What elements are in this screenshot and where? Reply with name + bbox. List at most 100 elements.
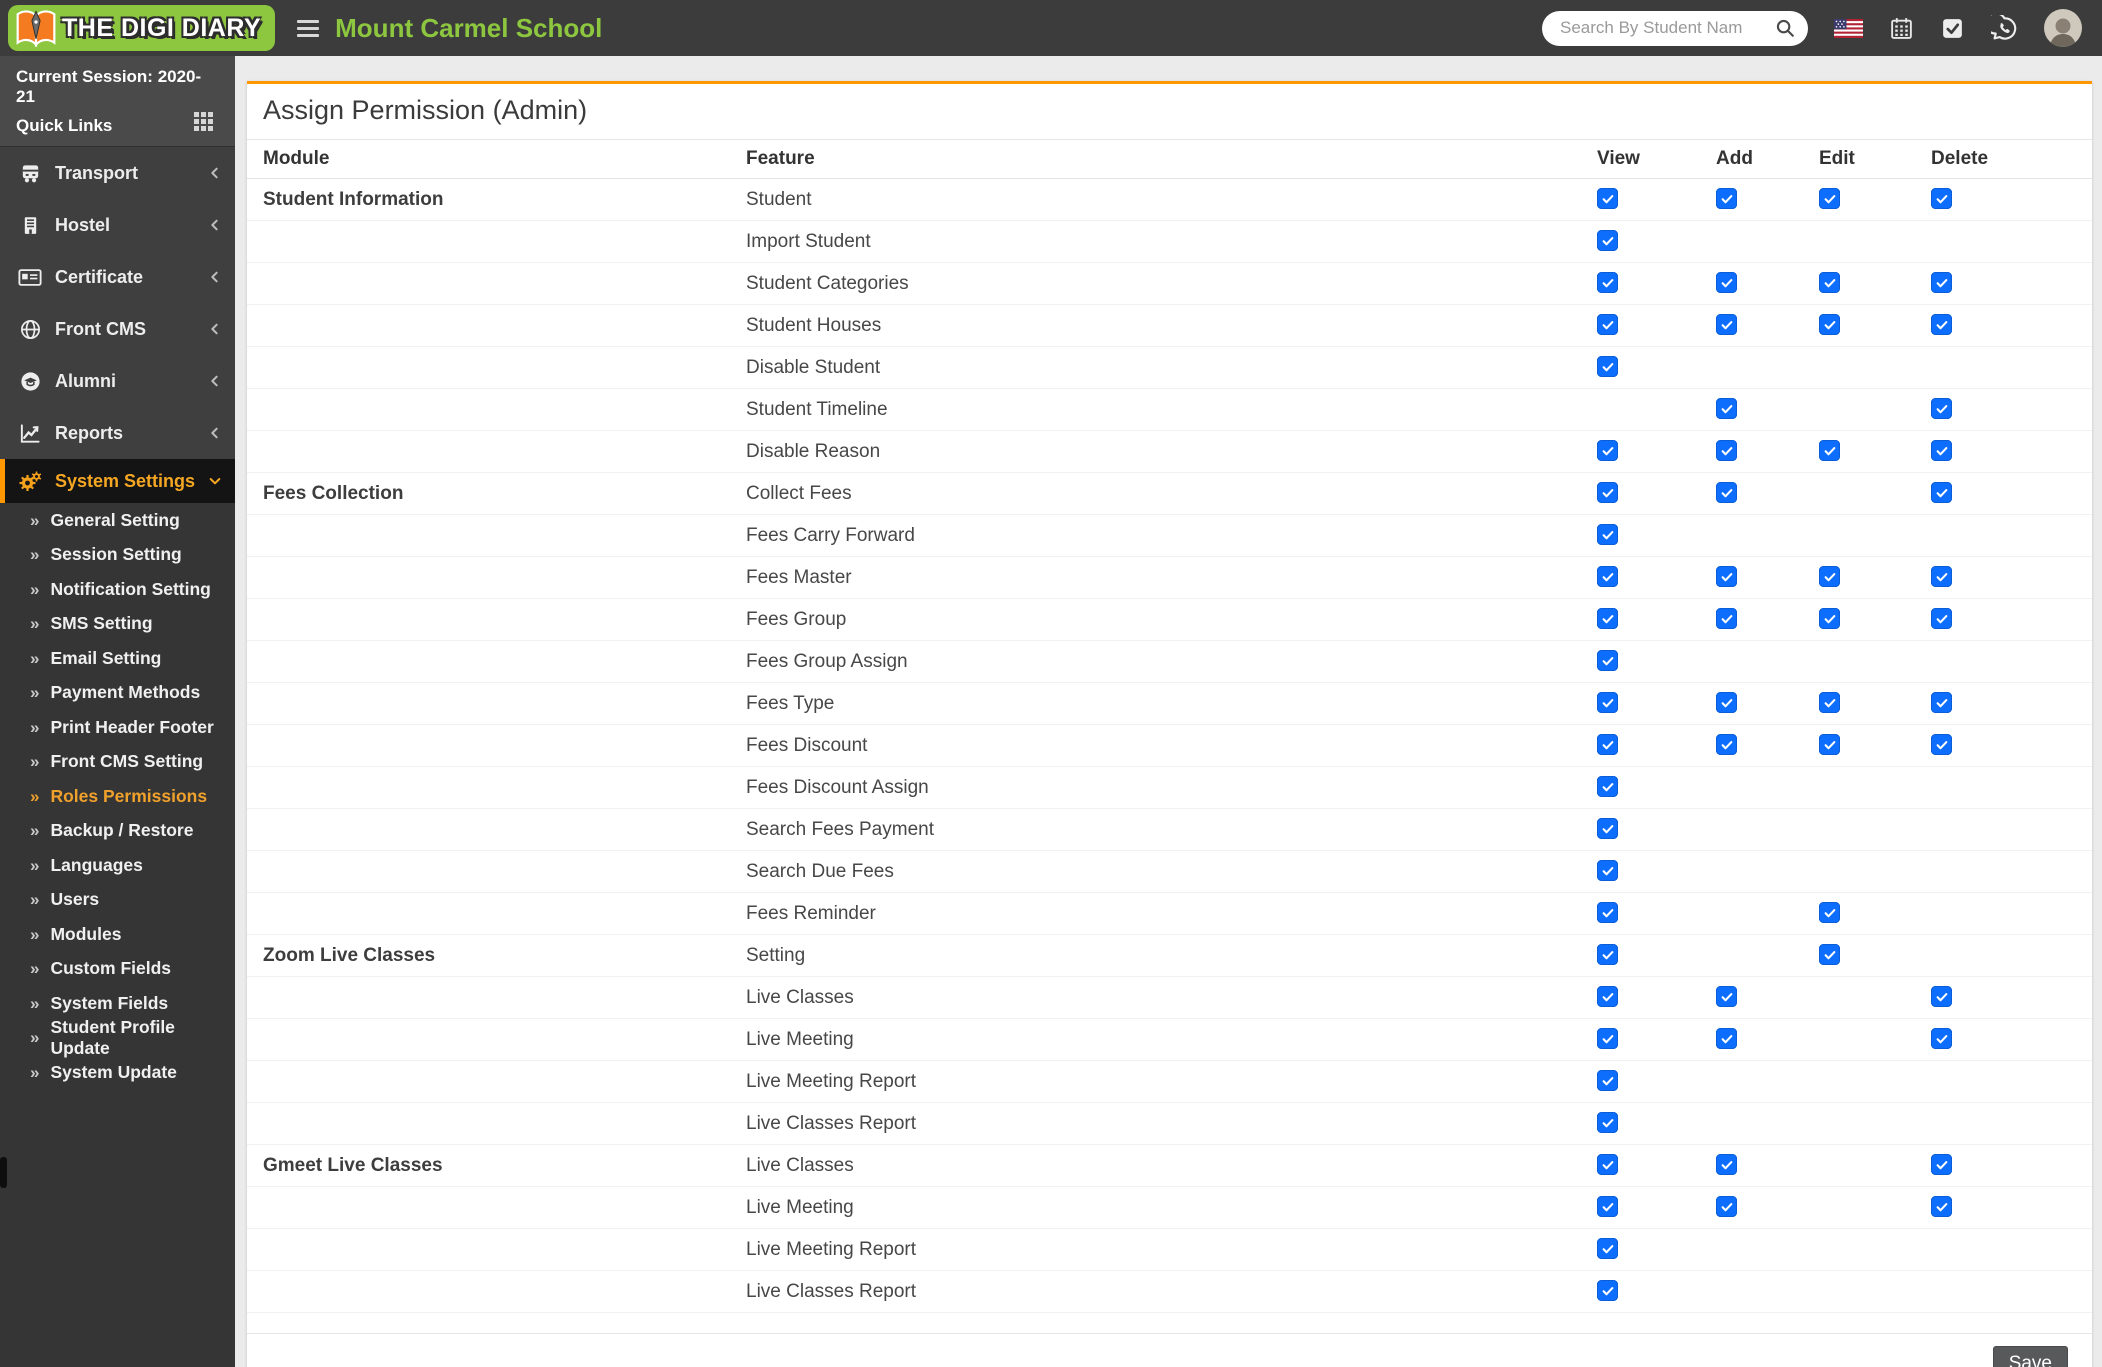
checkbox-add-checked[interactable] [1716, 398, 1737, 419]
checkbox-add-checked[interactable] [1716, 734, 1737, 755]
us-flag-icon[interactable] [1834, 19, 1863, 38]
checkbox-view-checked[interactable] [1597, 314, 1618, 335]
checkbox-view-checked[interactable] [1597, 776, 1618, 797]
checkbox-delete-checked[interactable] [1931, 734, 1952, 755]
sidebar-item-system-settings[interactable]: System Settings [0, 459, 235, 503]
checkbox-edit-checked[interactable] [1819, 902, 1840, 923]
sidebar-item-front-cms[interactable]: Front CMS [0, 303, 235, 355]
checkbox-edit-checked[interactable] [1819, 566, 1840, 587]
view-permission-cell [1597, 272, 1716, 295]
sidebar-item-reports[interactable]: Reports [0, 407, 235, 459]
checkbox-view-checked[interactable] [1597, 818, 1618, 839]
sidebar-subitem-languages[interactable]: »Languages [0, 848, 235, 883]
checkbox-add-checked[interactable] [1716, 272, 1737, 293]
sidebar-subitem-email-setting[interactable]: »Email Setting [0, 641, 235, 676]
checkbox-add-checked[interactable] [1716, 482, 1737, 503]
sidebar-subitem-users[interactable]: »Users [0, 883, 235, 918]
checkbox-add-checked[interactable] [1716, 566, 1737, 587]
user-avatar[interactable] [2044, 9, 2082, 47]
checkbox-delete-checked[interactable] [1931, 398, 1952, 419]
quick-links-grid-icon[interactable] [194, 112, 213, 136]
checkbox-delete-checked[interactable] [1931, 272, 1952, 293]
sidebar-scrollbar-thumb[interactable] [0, 1157, 7, 1188]
sidebar-subitem-print-header-footer[interactable]: »Print Header Footer [0, 710, 235, 745]
hamburger-icon[interactable] [297, 20, 319, 37]
checkbox-add-checked[interactable] [1716, 188, 1737, 209]
checkbox-add-checked[interactable] [1716, 440, 1737, 461]
sidebar-subitem-sms-setting[interactable]: »SMS Setting [0, 607, 235, 642]
tasks-icon[interactable] [1940, 16, 1965, 41]
checkbox-add-checked[interactable] [1716, 1154, 1737, 1175]
checkbox-view-checked[interactable] [1597, 1112, 1618, 1133]
checkbox-view-checked[interactable] [1597, 356, 1618, 377]
checkbox-add-checked[interactable] [1716, 1028, 1737, 1049]
sidebar-subitem-system-fields[interactable]: »System Fields [0, 986, 235, 1021]
checkbox-view-checked[interactable] [1597, 566, 1618, 587]
checkbox-edit-checked[interactable] [1819, 692, 1840, 713]
checkbox-delete-checked[interactable] [1931, 692, 1952, 713]
checkbox-edit-checked[interactable] [1819, 944, 1840, 965]
search-input[interactable] [1558, 17, 1774, 39]
sidebar-subitem-system-update[interactable]: »System Update [0, 1055, 235, 1090]
checkbox-delete-checked[interactable] [1931, 482, 1952, 503]
checkbox-delete-checked[interactable] [1931, 566, 1952, 587]
checkbox-view-checked[interactable] [1597, 230, 1618, 251]
checkbox-view-checked[interactable] [1597, 1028, 1618, 1049]
checkbox-view-checked[interactable] [1597, 272, 1618, 293]
sidebar-item-transport[interactable]: Transport [0, 147, 235, 199]
checkbox-add-checked[interactable] [1716, 692, 1737, 713]
checkbox-add-checked[interactable] [1716, 986, 1737, 1007]
checkbox-add-checked[interactable] [1716, 314, 1737, 335]
sidebar-subitem-front-cms-setting[interactable]: »Front CMS Setting [0, 745, 235, 780]
search-icon[interactable] [1774, 17, 1796, 39]
checkbox-delete-checked[interactable] [1931, 1028, 1952, 1049]
sidebar-subitem-backup-restore[interactable]: »Backup / Restore [0, 814, 235, 849]
sidebar-subitem-notification-setting[interactable]: »Notification Setting [0, 572, 235, 607]
sidebar-item-certificate[interactable]: Certificate [0, 251, 235, 303]
checkbox-delete-checked[interactable] [1931, 440, 1952, 461]
checkbox-delete-checked[interactable] [1931, 188, 1952, 209]
sidebar-subitem-student-profile-update[interactable]: »Student Profile Update [0, 1021, 235, 1056]
checkbox-edit-checked[interactable] [1819, 188, 1840, 209]
checkbox-delete-checked[interactable] [1931, 986, 1952, 1007]
checkbox-edit-checked[interactable] [1819, 608, 1840, 629]
checkbox-edit-checked[interactable] [1819, 272, 1840, 293]
checkbox-add-checked[interactable] [1716, 1196, 1737, 1217]
checkbox-edit-checked[interactable] [1819, 440, 1840, 461]
checkbox-view-checked[interactable] [1597, 188, 1618, 209]
save-button[interactable]: Save [1993, 1346, 2068, 1367]
checkbox-edit-checked[interactable] [1819, 734, 1840, 755]
whatsapp-icon[interactable] [1991, 15, 2018, 42]
checkbox-view-checked[interactable] [1597, 650, 1618, 671]
sidebar-subitem-payment-methods[interactable]: »Payment Methods [0, 676, 235, 711]
checkbox-view-checked[interactable] [1597, 440, 1618, 461]
calendar-icon[interactable] [1889, 16, 1914, 41]
checkbox-view-checked[interactable] [1597, 1280, 1618, 1301]
sidebar-subitem-modules[interactable]: »Modules [0, 917, 235, 952]
sidebar-subitem-general-setting[interactable]: »General Setting [0, 503, 235, 538]
checkbox-view-checked[interactable] [1597, 608, 1618, 629]
sidebar-subitem-custom-fields[interactable]: »Custom Fields [0, 952, 235, 987]
checkbox-view-checked[interactable] [1597, 1154, 1618, 1175]
checkbox-view-checked[interactable] [1597, 944, 1618, 965]
checkbox-view-checked[interactable] [1597, 1196, 1618, 1217]
sidebar-subitem-roles-permissions[interactable]: »Roles Permissions [0, 779, 235, 814]
checkbox-add-checked[interactable] [1716, 608, 1737, 629]
checkbox-view-checked[interactable] [1597, 692, 1618, 713]
checkbox-edit-checked[interactable] [1819, 314, 1840, 335]
checkbox-view-checked[interactable] [1597, 1238, 1618, 1259]
checkbox-delete-checked[interactable] [1931, 314, 1952, 335]
checkbox-view-checked[interactable] [1597, 860, 1618, 881]
checkbox-view-checked[interactable] [1597, 524, 1618, 545]
checkbox-delete-checked[interactable] [1931, 1196, 1952, 1217]
checkbox-view-checked[interactable] [1597, 734, 1618, 755]
checkbox-view-checked[interactable] [1597, 1070, 1618, 1091]
checkbox-view-checked[interactable] [1597, 482, 1618, 503]
sidebar-item-hostel[interactable]: Hostel [0, 199, 235, 251]
sidebar-item-alumni[interactable]: Alumni [0, 355, 235, 407]
checkbox-view-checked[interactable] [1597, 902, 1618, 923]
checkbox-delete-checked[interactable] [1931, 608, 1952, 629]
sidebar-subitem-session-setting[interactable]: »Session Setting [0, 538, 235, 573]
checkbox-view-checked[interactable] [1597, 986, 1618, 1007]
checkbox-delete-checked[interactable] [1931, 1154, 1952, 1175]
